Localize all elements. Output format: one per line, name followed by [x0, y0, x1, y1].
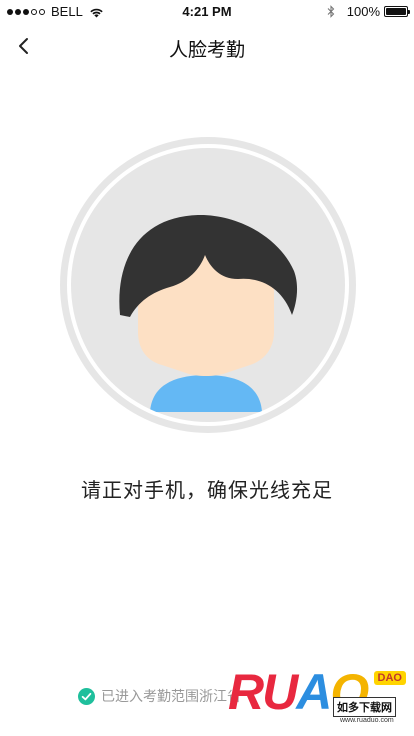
battery-percent: 100% [346, 4, 380, 19]
instruction-text: 请正对手机，确保光线充足 [81, 480, 333, 502]
range-status-text: 已进入考勤范围浙江省 [101, 688, 241, 704]
battery-tip [408, 10, 410, 14]
face-avatar-icon [60, 137, 356, 433]
range-status: 已进入考勤范围浙江省 [78, 686, 241, 706]
watermark-tag: DAO [373, 671, 406, 685]
watermark-logo: RUAO DAO 如多下载网 www.ruaduo.com [228, 663, 414, 736]
check-circle-icon [78, 687, 95, 705]
battery-fill [386, 8, 406, 15]
page-title: 人脸考勤 [168, 40, 245, 61]
watermark-site-name: 如多下载网 [333, 697, 396, 717]
status-bar: BELL 4:21 PM 100% [0, 0, 414, 22]
nav-bar: 人脸考勤 [0, 22, 414, 72]
watermark-url: www.ruaduo.com [340, 717, 394, 724]
bluetooth-icon [327, 5, 335, 18]
status-right: 100% [327, 4, 410, 19]
battery-icon [384, 6, 410, 17]
face-avatar [60, 137, 356, 433]
